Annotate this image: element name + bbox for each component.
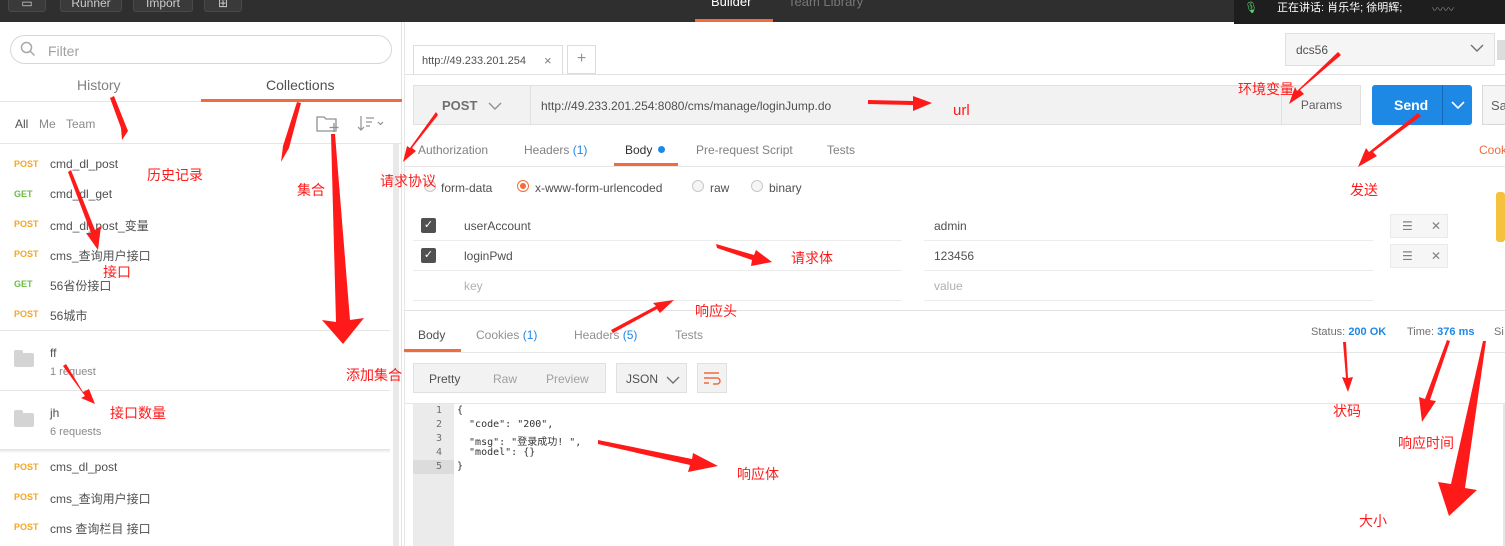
arrow [63, 364, 95, 404]
annotation-history: 历史记录 [147, 167, 203, 183]
arrow [1342, 342, 1353, 392]
arrow [598, 440, 718, 472]
arrow [281, 102, 301, 162]
arrow [322, 134, 364, 344]
annotation-response-header: 响应头 [695, 303, 737, 319]
arrow [110, 96, 128, 140]
arrow [716, 244, 772, 266]
annotation-add-collection: 添加集合 [346, 367, 402, 383]
annotation-size: 大小 [1359, 513, 1387, 529]
annotation-send: 发送 [1350, 182, 1378, 198]
arrow [868, 96, 932, 111]
arrow [611, 300, 674, 333]
arrow [1289, 52, 1341, 104]
arrow [403, 112, 438, 162]
arrow [1438, 341, 1486, 516]
annotation-interface: 接口 [103, 264, 131, 280]
annotation-env-var: 环境变量 [1238, 81, 1294, 97]
annotation-status-code: 状码 [1333, 403, 1361, 419]
annotation-interface-count: 接口数量 [110, 405, 166, 421]
arrow [1358, 113, 1421, 167]
arrow [68, 170, 101, 250]
annotation-response-time: 响应时间 [1398, 435, 1454, 451]
annotation-request-body: 请求体 [791, 250, 833, 266]
annotation-collection: 集合 [297, 182, 325, 198]
annotation-response-body: 响应体 [737, 466, 779, 482]
arrow [1419, 340, 1450, 422]
annotation-url: url [953, 102, 970, 119]
annotation-protocol: 请求协议 [380, 173, 436, 189]
